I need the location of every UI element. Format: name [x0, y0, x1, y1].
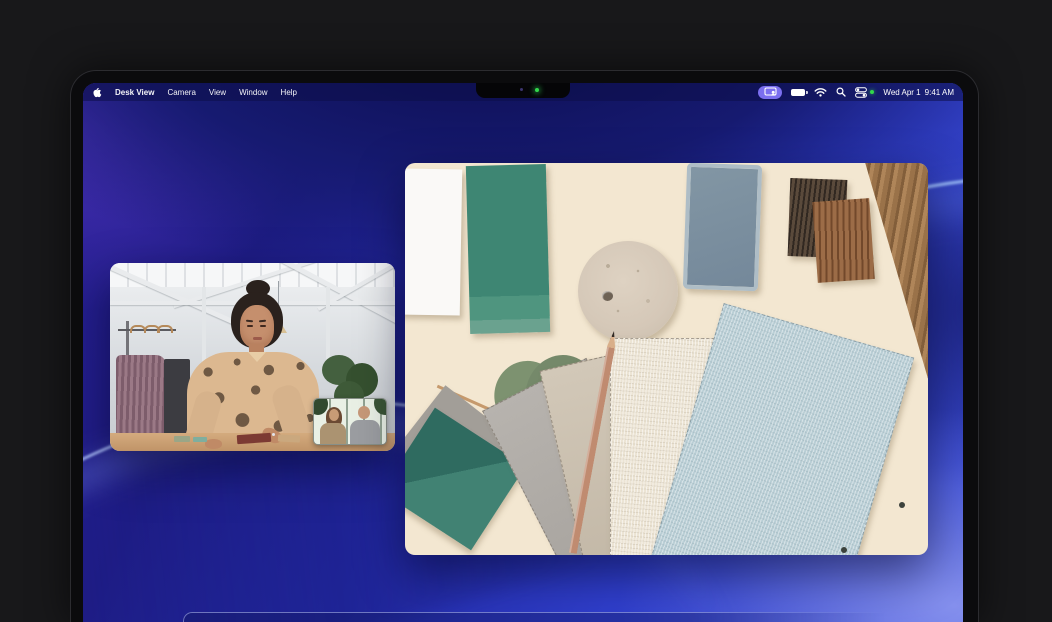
menu-item-camera[interactable]: Camera: [167, 88, 195, 97]
desk-swatch-teal: [193, 437, 207, 442]
fabric-snap-button: [841, 547, 847, 553]
control-center-icon: [855, 87, 867, 98]
teal-tile: [466, 164, 550, 334]
presenter-eye: [247, 325, 253, 327]
pip-participant-woman: [320, 423, 346, 444]
screen-mirroring-icon: [764, 87, 777, 97]
menu-bar-status-area: Wed Apr 1 9:41 AM: [758, 86, 963, 99]
menu-bar-time: 9:41 AM: [925, 88, 954, 97]
laptop-display: Desk View Camera View Window Help: [83, 83, 963, 622]
presenter-left-hand: [205, 439, 222, 449]
desk-view-window[interactable]: [405, 163, 928, 555]
screenshot-stage: Desk View Camera View Window Help: [0, 0, 1052, 622]
menu-bar-clock[interactable]: Wed Apr 1 9:41 AM: [883, 88, 954, 97]
menu-item-window[interactable]: Window: [239, 88, 267, 97]
menu-item-desk-view[interactable]: Desk View: [115, 88, 154, 97]
battery-icon[interactable]: [791, 89, 805, 96]
felt-disc-hole: [602, 291, 613, 301]
screen-mirroring-indicator[interactable]: [758, 86, 782, 99]
menu-bar-date: Wed Apr 1: [883, 88, 920, 97]
white-tile: [405, 168, 462, 315]
pip-participant-man: [350, 420, 380, 444]
brown-wood-sample: [812, 198, 875, 283]
felt-disc: [578, 241, 678, 341]
partially-hidden-window-top-edge[interactable]: [183, 612, 892, 622]
blue-gray-tile: [683, 163, 762, 291]
hanger: [157, 325, 173, 333]
spotlight-search-icon[interactable]: [836, 87, 846, 97]
presenter-eye: [260, 325, 266, 327]
presenter-ring: [272, 433, 275, 436]
presenter-face: [240, 305, 274, 348]
pip-remote-participants[interactable]: [313, 398, 387, 445]
menu-item-help[interactable]: Help: [281, 88, 297, 97]
camera-lens: [520, 88, 523, 91]
desk-swatch-tan: [278, 434, 300, 442]
fabric-snap-button: [899, 502, 905, 508]
pip-participant-man-face: [358, 406, 370, 419]
presenter-mouth: [253, 337, 262, 340]
wifi-icon[interactable]: [814, 87, 827, 97]
loft-column: [202, 287, 206, 367]
menu-item-view[interactable]: View: [209, 88, 226, 97]
pip-participant-woman-face: [329, 409, 339, 421]
control-center-area[interactable]: [855, 87, 874, 98]
video-call-window[interactable]: [110, 263, 395, 451]
desk-swatch-green: [174, 436, 190, 442]
apple-menu[interactable]: [93, 87, 102, 98]
apple-logo-icon: [93, 87, 102, 98]
display-notch: [476, 83, 570, 98]
camera-indicator-light: [535, 88, 539, 92]
camera-in-use-indicator: [870, 90, 874, 94]
menu-bar-left: Desk View Camera View Window Help: [83, 87, 297, 98]
